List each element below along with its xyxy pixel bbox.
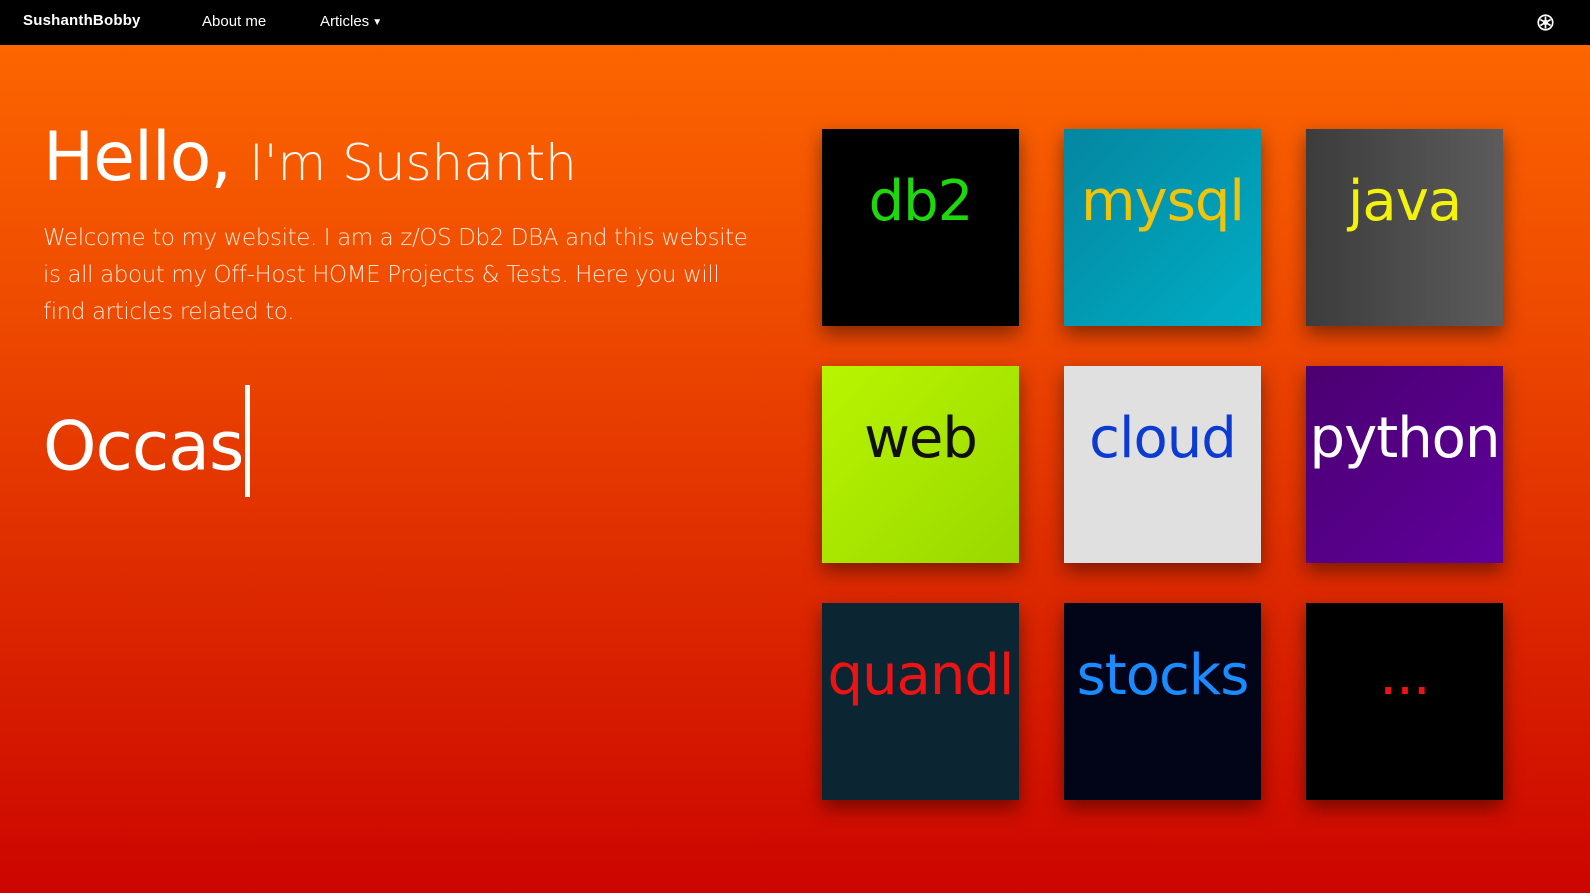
- tile-java[interactable]: java: [1306, 129, 1503, 326]
- nav-articles-label: Articles: [320, 13, 370, 30]
- tile-db2[interactable]: db2: [822, 129, 1019, 326]
- tile-mysql-label: mysql: [1081, 169, 1245, 234]
- typing-cursor: [245, 385, 251, 497]
- tile-web-label: web: [864, 406, 978, 471]
- hero-greeting: Hello, I'm Sushanth: [43, 118, 577, 197]
- tile-more[interactable]: ...: [1306, 603, 1503, 800]
- navbar: SushanthBobby About me Articles ▼: [0, 0, 1590, 45]
- typed-text-area: Occas: [43, 385, 251, 497]
- name-text: I'm Sushanth: [248, 134, 577, 192]
- tile-cloud-label: cloud: [1089, 406, 1237, 471]
- brand-link[interactable]: SushanthBobby: [23, 12, 141, 29]
- tile-cloud[interactable]: cloud: [1064, 366, 1261, 563]
- settings-icon[interactable]: [1537, 14, 1554, 31]
- nav-articles-dropdown[interactable]: Articles ▼: [320, 13, 382, 30]
- tile-python[interactable]: python: [1306, 366, 1503, 563]
- tile-quandl[interactable]: quandl: [822, 603, 1019, 800]
- caret-down-icon: ▼: [372, 17, 383, 28]
- typed-text: Occas: [43, 407, 244, 487]
- hello-text: Hello,: [43, 118, 232, 197]
- tile-python-label: python: [1309, 406, 1501, 471]
- tile-stocks[interactable]: stocks: [1064, 603, 1261, 800]
- intro-paragraph: Welcome to my website. I am a z/OS Db2 D…: [43, 225, 748, 325]
- tile-java-label: java: [1347, 169, 1462, 234]
- tile-mysql[interactable]: mysql: [1064, 129, 1261, 326]
- nav-about-me[interactable]: About me: [202, 13, 266, 30]
- tile-web[interactable]: web: [822, 366, 1019, 563]
- tile-quandl-label: quandl: [827, 643, 1015, 708]
- tile-db2-label: db2: [868, 169, 974, 234]
- tile-more-label: ...: [1379, 643, 1430, 708]
- tile-stocks-label: stocks: [1076, 643, 1250, 708]
